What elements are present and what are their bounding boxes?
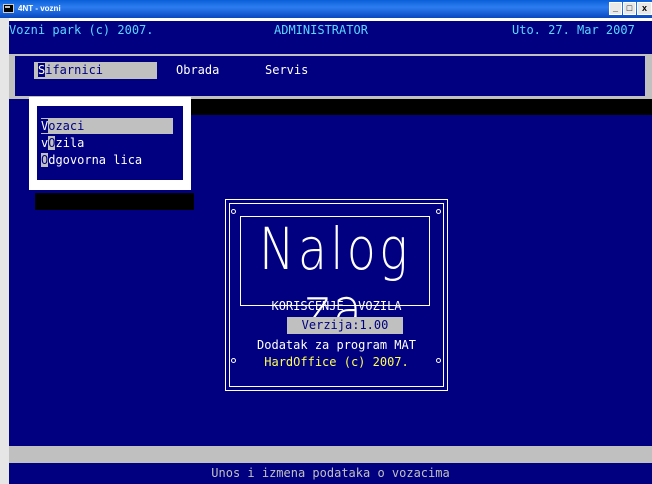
dropdown-menu: Vozaci vOzila Odgovorna lica: [37, 106, 183, 180]
dropdown-item-odgovorna-lica[interactable]: Odgovorna lica: [41, 152, 173, 168]
minimize-button[interactable]: _: [609, 2, 622, 15]
user-role: ADMINISTRATOR: [274, 23, 368, 37]
menu-bar: Sifarnici Obrada Servis: [15, 56, 645, 96]
date-display: Uto. 27. Mar 2007: [512, 23, 635, 37]
addon-text: Dodatak za program MAT: [257, 338, 416, 352]
window-titlebar[interactable]: 4NT - vozni _ □ x: [0, 0, 652, 18]
maximize-button[interactable]: □: [623, 2, 636, 15]
status-separator: [9, 446, 652, 463]
header-line: Vozni park (c) 2007. ADMINISTRATOR Uto. …: [9, 21, 652, 39]
item-label: dgovorna lica: [48, 153, 143, 167]
menu-label: ifarnici: [45, 63, 104, 77]
menu-label: brada: [183, 63, 220, 77]
dropdown-item-vozaci[interactable]: Vozaci: [41, 118, 173, 134]
menu-obrada[interactable]: Obrada: [172, 62, 223, 79]
version-label: Verzija:1.00: [287, 317, 403, 334]
splash-copyright: HardOffice (c) 2007.: [264, 355, 409, 369]
splash-subtitle: KORISCENJE VOZILA: [271, 299, 402, 313]
console-app-icon: [3, 4, 14, 13]
menu-sifarnici[interactable]: Sifarnici: [34, 62, 157, 79]
corner-dot-icon: [436, 209, 441, 214]
splash-panel: Nalog za KORISCENJE VOZILA Verzija:1.00 …: [225, 199, 448, 391]
menu-servis[interactable]: Servis: [261, 62, 312, 79]
menu-label: ervis: [272, 63, 309, 77]
dropdown-item-vozila[interactable]: vOzila: [41, 135, 173, 151]
window-title: 4NT - vozni: [18, 4, 61, 13]
menu-shadow-bar: [183, 99, 652, 115]
item-label: ozaci: [48, 119, 85, 133]
close-button[interactable]: x: [637, 2, 652, 15]
app-copyright-header: Vozni park (c) 2007.: [9, 23, 154, 37]
console-area: Vozni park (c) 2007. ADMINISTRATOR Uto. …: [9, 21, 652, 484]
window-left-border: [0, 18, 9, 484]
dropdown-frame: Vozaci vOzila Odgovorna lica: [29, 97, 191, 190]
dropdown-shadow: [35, 193, 194, 210]
item-label: zila: [55, 136, 85, 150]
status-bar: Unos i izmena podataka o vozacima: [9, 463, 652, 484]
logo-frame: Nalog za: [240, 216, 430, 339]
corner-dot-icon: [231, 209, 236, 214]
